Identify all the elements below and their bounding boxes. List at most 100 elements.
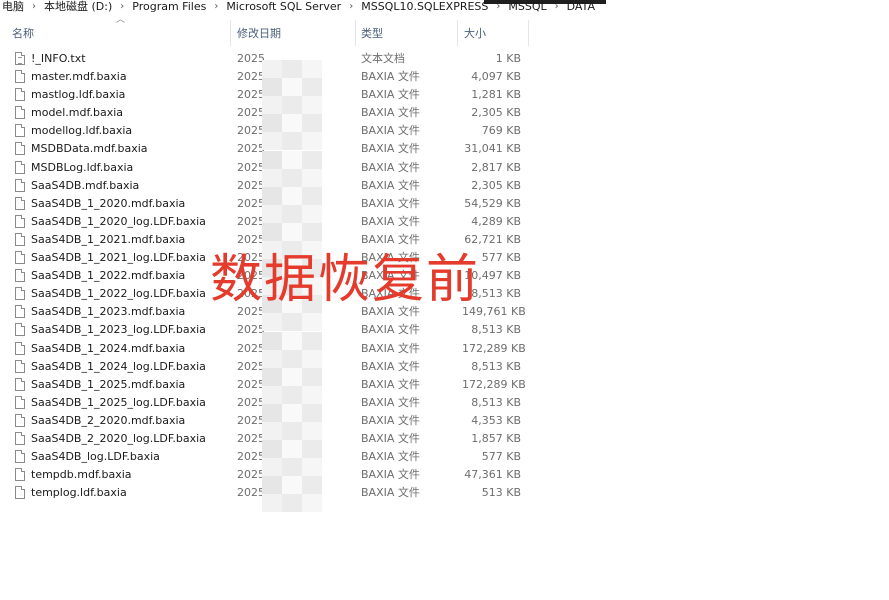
file-modified-date: 2025 — [237, 142, 265, 156]
file-size: 2,305 KB — [471, 178, 521, 192]
blur-tile — [302, 385, 322, 404]
breadcrumb-item[interactable]: Microsoft SQL Server — [224, 0, 343, 14]
file-name: SaaS4DB.mdf.baxia — [31, 178, 140, 192]
blur-tile — [302, 132, 322, 151]
blur-tile — [262, 422, 282, 440]
breadcrumb-item[interactable]: MSSQL — [506, 0, 548, 14]
file-size: 769 KB — [481, 124, 521, 138]
file-size: 47,361 KB — [464, 468, 521, 482]
blur-tile — [282, 458, 302, 477]
file-row[interactable]: SaaS4DB_1_2020.mdf.baxia 2025 BAXIA 文件 54,5… — [0, 195, 889, 213]
file-row[interactable]: SaaS4DB_log.LDF.baxia 2025 BAXIA 文件 577 KB — [0, 448, 889, 466]
breadcrumb-separator-icon[interactable]: › — [549, 0, 565, 14]
file-modified-date: 2025 — [237, 70, 265, 84]
file-row[interactable]: !_INFO.txt 2025 文本文档 1 KB — [0, 50, 889, 68]
column-divider[interactable] — [355, 20, 356, 46]
file-name: SaaS4DB_2_2020_log.LDF.baxia — [31, 431, 206, 445]
file-row[interactable]: modellog.ldf.baxia 2025 BAXIA 文件 769 KB — [0, 122, 889, 140]
breadcrumb-separator-icon[interactable]: › — [490, 0, 506, 14]
file-icon — [15, 450, 25, 464]
column-header-type[interactable]: 类型 — [361, 22, 383, 44]
blur-tile — [302, 313, 322, 332]
blur-tile — [282, 150, 302, 169]
blur-tile — [302, 96, 322, 115]
file-row[interactable]: SaaS4DB_2_2020_log.LDF.baxia 2025 BAXIA 文件… — [0, 430, 889, 448]
file-row[interactable]: SaaS4DB_1_2023_log.LDF.baxia 2025 BAXIA 文件… — [0, 321, 889, 339]
file-size: 577 KB — [481, 450, 521, 464]
file-icon — [15, 305, 25, 319]
file-modified-date: 2025 — [237, 450, 265, 464]
column-divider[interactable] — [528, 20, 529, 46]
column-header-size[interactable]: 大小 — [464, 22, 486, 44]
overlay-caption: 数据恢复前 — [210, 250, 481, 310]
file-row[interactable]: master.mdf.baxia 2025 BAXIA 文件 4,097 KB — [0, 68, 889, 86]
file-row[interactable]: SaaS4DB.mdf.baxia 2025 BAXIA 文件 2,305 KB — [0, 177, 889, 195]
file-icon — [15, 269, 25, 283]
file-icon — [15, 196, 25, 210]
file-row[interactable]: MSDBLog.ldf.baxia 2025 BAXIA 文件 2,817 KB — [0, 159, 889, 177]
breadcrumb-separator-icon[interactable]: › — [208, 0, 224, 14]
blur-tile — [262, 367, 282, 386]
file-modified-date: 2025 — [237, 468, 265, 482]
breadcrumb[interactable]: 电脑 › 本地磁盘 (D:) › Program Files › Microsoft SQL… — [0, 0, 889, 14]
file-type: BAXIA 文件 — [361, 395, 420, 409]
blur-tile — [302, 476, 322, 495]
file-row[interactable]: SaaS4DB_1_2020_log.LDF.baxia 2025 BAXIA 文件… — [0, 213, 889, 231]
breadcrumb-item[interactable]: Program Files — [130, 0, 208, 14]
file-row[interactable]: SaaS4DB_1_2024_log.LDF.baxia 2025 BAXIA 文件… — [0, 358, 889, 376]
file-size: 2,817 KB — [471, 160, 521, 174]
breadcrumb-item[interactable]: 电脑 — [0, 0, 26, 14]
file-row[interactable]: SaaS4DB_1_2024.mdf.baxia 2025 BAXIA 文件 172,… — [0, 340, 889, 358]
file-type: BAXIA 文件 — [361, 160, 420, 174]
file-name: SaaS4DB_1_2024.mdf.baxia — [31, 341, 186, 355]
breadcrumb-item[interactable]: 本地磁盘 (D:) — [42, 0, 114, 14]
file-icon — [15, 70, 25, 84]
blur-tile — [262, 458, 282, 477]
column-divider[interactable] — [457, 20, 458, 46]
blur-tile — [262, 222, 282, 241]
file-modified-date: 2025 — [237, 359, 265, 373]
blur-tile — [262, 403, 282, 422]
blur-tile — [282, 422, 302, 440]
file-icon — [15, 413, 25, 427]
blur-tile — [282, 349, 302, 368]
breadcrumb-separator-icon[interactable]: › — [114, 0, 130, 14]
file-type: BAXIA 文件 — [361, 70, 420, 84]
file-row[interactable]: tempdb.mdf.baxia 2025 BAXIA 文件 47,361 KB — [0, 466, 889, 484]
file-modified-date: 2025 — [237, 106, 265, 120]
breadcrumb-separator-icon[interactable]: › — [343, 0, 359, 14]
file-row[interactable]: model.mdf.baxia 2025 BAXIA 文件 2,305 KB — [0, 104, 889, 122]
file-type: BAXIA 文件 — [361, 196, 420, 210]
blur-tile — [262, 349, 282, 368]
file-row[interactable]: SaaS4DB_2_2020.mdf.baxia 2025 BAXIA 文件 4,35… — [0, 412, 889, 430]
blur-tile — [302, 440, 322, 459]
file-row[interactable]: SaaS4DB_1_2025_log.LDF.baxia 2025 BAXIA 文件… — [0, 394, 889, 412]
column-divider[interactable] — [230, 20, 231, 46]
file-type: BAXIA 文件 — [361, 468, 420, 482]
file-row[interactable]: templog.ldf.baxia 2025 BAXIA 文件 513 KB — [0, 484, 889, 502]
file-icon — [15, 160, 25, 174]
breadcrumb-item[interactable]: DATA — [565, 0, 597, 14]
file-icon — [15, 468, 25, 482]
blur-tile — [302, 349, 322, 368]
breadcrumb-item[interactable]: MSSQL10.SQLEXPRESS — [359, 0, 490, 14]
file-icon — [15, 214, 25, 228]
blur-tile — [302, 168, 322, 187]
text-file-icon — [15, 52, 25, 65]
breadcrumb-separator-icon[interactable]: › — [26, 0, 42, 14]
file-type: BAXIA 文件 — [361, 124, 420, 138]
file-row[interactable]: SaaS4DB_1_2025.mdf.baxia 2025 BAXIA 文件 172,… — [0, 376, 889, 394]
file-row[interactable]: mastlog.ldf.baxia 2025 BAXIA 文件 1,281 KB — [0, 86, 889, 104]
column-header-type-label: 类型 — [361, 27, 383, 40]
file-row[interactable]: SaaS4DB_1_2021.mdf.baxia 2025 BAXIA 文件 62,7… — [0, 231, 889, 249]
blur-tile — [282, 313, 302, 332]
blur-tile — [302, 331, 322, 350]
file-icon — [15, 287, 25, 301]
column-header-date[interactable]: 修改日期 — [237, 22, 281, 44]
file-name: templog.ldf.baxia — [31, 486, 127, 500]
file-row[interactable]: MSDBData.mdf.baxia 2025 BAXIA 文件 31,041 KB — [0, 140, 889, 158]
file-icon — [15, 341, 25, 355]
file-name: SaaS4DB_2_2020.mdf.baxia — [31, 413, 186, 427]
column-header-name[interactable]: 名称 — [12, 22, 34, 44]
file-size: 4,097 KB — [471, 70, 521, 84]
